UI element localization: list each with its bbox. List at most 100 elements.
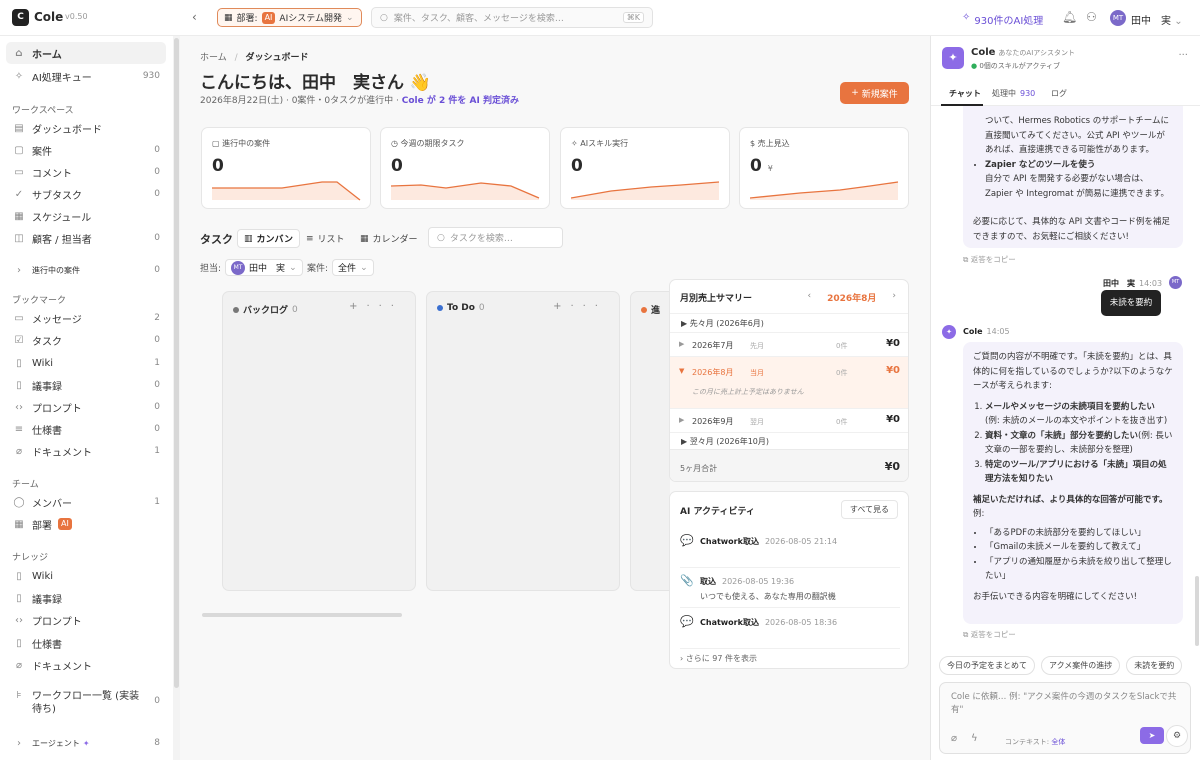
plus-icon[interactable]: + bbox=[553, 301, 570, 312]
activity-item[interactable]: 💬 Chatwork取込 2026-08-05 18:36 bbox=[680, 615, 900, 649]
more-icon[interactable]: ··· bbox=[570, 301, 607, 312]
show-more-link[interactable]: › さらに 97 件を表示 bbox=[680, 653, 757, 664]
sidebar-item-specs[interactable]: ≡ 仕様書 0 bbox=[6, 418, 166, 440]
sidebar-item-departments[interactable]: ▦ 部署 AI bbox=[6, 513, 166, 535]
sidebar-item-home[interactable]: ⌂ ホーム bbox=[6, 42, 166, 64]
sidebar-item-wiki[interactable]: ▯ Wiki 1 bbox=[6, 352, 166, 374]
sidebar-item-label: 顧客 / 担当者 bbox=[32, 234, 92, 246]
activity-item[interactable]: 💬 Chatwork取込 2026-08-05 21:14 bbox=[680, 534, 900, 568]
paperclip-icon[interactable]: ⌀ bbox=[951, 733, 957, 744]
new-case-button[interactable]: + 新規案件 bbox=[840, 82, 909, 104]
chevron-right-icon[interactable]: › bbox=[892, 291, 896, 304]
assistant-message: ご質問の内容が不明確です。「未読を要約」とは、具体的に何を指しているのでしょうか… bbox=[963, 342, 1183, 624]
suggestion-chip[interactable]: 今日の予定をまとめて bbox=[939, 656, 1035, 675]
case-select[interactable]: 全件 ⌄ bbox=[332, 259, 374, 276]
chevron-right-icon: › bbox=[680, 654, 684, 663]
sidebar-scrollbar[interactable] bbox=[173, 36, 180, 760]
chevron-left-icon[interactable]: ‹ bbox=[807, 291, 811, 304]
sidebar-item-label: サブタスク bbox=[32, 190, 82, 202]
send-button[interactable]: ➤ bbox=[1140, 727, 1164, 744]
copy-reply-button[interactable]: ⧉ 返答をコピー bbox=[963, 254, 1016, 265]
sidebar-item-label: 部署 bbox=[32, 520, 52, 532]
sales-row-august[interactable]: ▼ 2026年8月 当月 0件 ¥0 この月に売上計上予定はありません bbox=[670, 356, 908, 408]
ai-queue-indicator[interactable]: ✧ 930件のAI処理 bbox=[962, 12, 1043, 27]
tab-calendar[interactable]: ▦ カレンダー bbox=[354, 229, 424, 248]
see-all-button[interactable]: すべて見る bbox=[840, 500, 898, 519]
sidebar-item-customers[interactable]: ◫ 顧客 / 担当者 0 bbox=[6, 227, 166, 249]
sidebar-item-knowledge-prompts[interactable]: ‹› プロンプト bbox=[6, 609, 166, 631]
chevron-right-icon: ▶ bbox=[679, 340, 685, 348]
lightning-icon[interactable]: ϟ bbox=[971, 733, 978, 744]
sidebar-item-knowledge-wiki[interactable]: ▯ Wiki bbox=[6, 565, 166, 587]
suggestion-chip[interactable]: アクメ案件の進捗 bbox=[1041, 656, 1121, 675]
sidebar-item-knowledge-minutes[interactable]: ▯ 議事録 bbox=[6, 587, 166, 609]
user-name[interactable]: 田中 実 ⌄ bbox=[1131, 12, 1183, 27]
sidebar-item-cases[interactable]: ▢ 案件 0 bbox=[6, 139, 166, 161]
copy-reply-button[interactable]: ⧉ 返答をコピー bbox=[963, 629, 1016, 640]
people-icon[interactable]: ⚇ bbox=[1086, 10, 1097, 24]
sales-row-july[interactable]: ▶ 2026年7月 先月 0件 ¥0 bbox=[670, 332, 908, 356]
kanban-icon: ▥ bbox=[244, 233, 253, 244]
plus-icon[interactable]: + bbox=[349, 301, 366, 312]
sidebar-item-messages[interactable]: ▭ メッセージ 2 bbox=[6, 307, 166, 329]
breadcrumb-home[interactable]: ホーム bbox=[200, 53, 227, 63]
sidebar-item-documents[interactable]: ⌀ ドキュメント 1 bbox=[6, 440, 166, 462]
sidebar-item-subtasks[interactable]: ✓ サブタスク 0 bbox=[6, 183, 166, 205]
chevron-down-icon: ⌄ bbox=[345, 12, 354, 23]
context-selector[interactable]: コンテキスト: 全体 bbox=[1005, 737, 1065, 747]
gear-icon[interactable]: ⚙ bbox=[1166, 725, 1188, 747]
stat-card-weekly-tasks[interactable]: ◷ 今週の期限タスク 0 bbox=[380, 127, 550, 209]
sidebar-item-schedule[interactable]: ▦ スケジュール bbox=[6, 205, 166, 227]
tab-processing[interactable]: 処理中 930 bbox=[992, 88, 1035, 99]
sidebar-item-agents[interactable]: › エージェント ✦ 8 bbox=[6, 732, 166, 754]
sales-row-next-next[interactable]: ▶ 翌々月 (2026年10月) bbox=[670, 432, 908, 449]
more-icon[interactable]: ··· bbox=[366, 301, 403, 312]
user-avatar[interactable]: MT bbox=[1110, 10, 1126, 26]
app-logo[interactable]: C bbox=[12, 9, 29, 26]
sidebar-item-prompts[interactable]: ‹› プロンプト 0 bbox=[6, 396, 166, 418]
sidebar-item-active-cases[interactable]: › 進行中の案件 0 bbox=[6, 259, 166, 281]
sparkline bbox=[750, 181, 899, 200]
stat-card-sales-forecast[interactable]: $ 売上見込 0 ¥ bbox=[739, 127, 909, 209]
sidebar-item-tasks[interactable]: ☑ タスク 0 bbox=[6, 329, 166, 351]
sidebar-item-ai-queue[interactable]: ✧ AI処理キュー 930 bbox=[6, 65, 166, 87]
tab-kanban[interactable]: ▥ カンバン bbox=[237, 229, 300, 248]
tab-log[interactable]: ログ bbox=[1051, 88, 1067, 99]
kanban-column-backlog[interactable]: バックログ 0 +··· bbox=[222, 291, 416, 591]
chevron-left-icon[interactable]: ‹ bbox=[192, 10, 197, 24]
plus-icon: + bbox=[851, 88, 859, 98]
document-icon: ▯ bbox=[16, 637, 22, 649]
chevron-right-icon: › bbox=[17, 264, 21, 276]
kanban-scrollbar[interactable] bbox=[202, 613, 402, 617]
tab-chat[interactable]: チャット bbox=[949, 88, 981, 99]
global-search-input[interactable]: ○ 案件、タスク、顧客、メッセージを検索… ⌘K bbox=[371, 7, 653, 28]
kanban-column-in-progress[interactable]: 進 bbox=[630, 291, 670, 591]
kanban-column-todo[interactable]: To Do 0 +··· bbox=[426, 291, 620, 591]
tab-list[interactable]: ≡ リスト bbox=[300, 229, 351, 248]
sidebar-scroll-thumb[interactable] bbox=[174, 38, 179, 688]
sales-row-prev-prev[interactable]: ▶ 先々月 (2026年6月) bbox=[670, 313, 908, 332]
sidebar-item-dashboard[interactable]: ▤ ダッシュボード bbox=[6, 117, 166, 139]
sales-row-september[interactable]: ▶ 2026年9月 翌月 0件 ¥0 bbox=[670, 408, 908, 432]
ai-judged-link[interactable]: Cole が 2 件を AI 判定済み bbox=[402, 96, 519, 106]
bell-icon[interactable]: 🔔︎ bbox=[1062, 10, 1077, 24]
sidebar-item-workflows[interactable]: ⊧ ワークフロー一覧 (実装待ち) 0 bbox=[6, 687, 166, 719]
department-selector[interactable]: ▦ 部署: AI AIシステム開発 ⌄ bbox=[217, 8, 362, 27]
sidebar-item-members[interactable]: ◯ メンバー 1 bbox=[6, 491, 166, 513]
section-title-workspace: ワークスペース bbox=[12, 106, 74, 116]
sidebar-item-knowledge-specs[interactable]: ▯ 仕様書 bbox=[6, 632, 166, 654]
section-title-team: チーム bbox=[12, 480, 39, 490]
activity-item[interactable]: 📎 取込 2026-08-05 19:36 いつでも使える、あなた専用の翻訳機 bbox=[680, 574, 900, 608]
paperclip-icon: ⌀ bbox=[15, 445, 23, 457]
sidebar-item-comments[interactable]: ▭ コメント 0 bbox=[6, 161, 166, 183]
suggestion-chip[interactable]: 未読を要約 bbox=[1126, 656, 1183, 675]
chat-scrollbar[interactable] bbox=[1195, 576, 1199, 646]
chat-input[interactable]: Cole に依頼… 例: "アクメ案件の今週のタスクをSlackで共有" ⌀ ϟ … bbox=[939, 682, 1191, 754]
stat-card-active-cases[interactable]: ▢ 進行中の案件 0 bbox=[201, 127, 371, 209]
sidebar-item-knowledge-documents[interactable]: ⌀ ドキュメント bbox=[6, 654, 166, 676]
task-search-input[interactable]: ○ タスクを検索… bbox=[428, 227, 563, 248]
assignee-select[interactable]: MT 田中 実 ⌄ bbox=[225, 259, 303, 276]
more-icon[interactable]: ··· bbox=[1178, 50, 1188, 61]
stat-card-ai-skills[interactable]: ✧ AIスキル実行 0 bbox=[560, 127, 730, 209]
sidebar-item-minutes[interactable]: ▯ 議事録 0 bbox=[6, 374, 166, 396]
